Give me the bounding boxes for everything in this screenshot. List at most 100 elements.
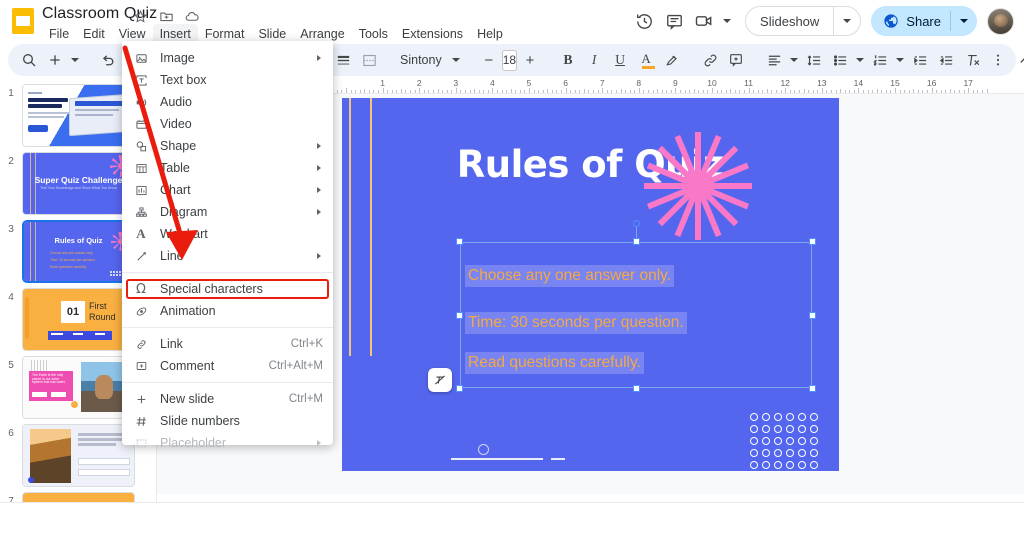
star-icon[interactable]: [132, 8, 148, 24]
slide-title[interactable]: Rules of Quiz: [342, 143, 839, 186]
highlight-color-button[interactable]: [659, 47, 685, 73]
menu-item-image[interactable]: Image: [122, 47, 333, 69]
slideshow-button[interactable]: Slideshow: [745, 6, 861, 36]
share-dropdown[interactable]: [951, 19, 977, 23]
resize-handle-s[interactable]: [633, 385, 640, 392]
cloud-saved-icon[interactable]: [184, 8, 200, 24]
slide-thumbnail[interactable]: The Earth is the only planet in our sola…: [22, 356, 135, 419]
font-family-value[interactable]: Sintony: [394, 53, 448, 67]
new-slide-dropdown[interactable]: [68, 47, 82, 73]
resize-handle-sw[interactable]: [456, 385, 463, 392]
underline-button[interactable]: U: [607, 47, 633, 73]
resize-handle-n[interactable]: [633, 238, 640, 245]
align-dropdown[interactable]: [787, 47, 801, 73]
slide-thumbnail-selected[interactable]: Rules of Quiz Choose any one answer only…: [22, 220, 135, 283]
body-line-3[interactable]: Read questions carefully.: [465, 352, 644, 374]
line-spacing-button[interactable]: [801, 47, 827, 73]
ruler-tick: [607, 90, 608, 93]
decrease-font-size-button[interactable]: −: [476, 47, 502, 73]
clear-formatting-button[interactable]: [959, 47, 985, 73]
menu-item-diagram[interactable]: Diagram: [122, 201, 333, 223]
undo-button[interactable]: [94, 47, 120, 73]
border-dash-button[interactable]: [356, 47, 382, 73]
plus-icon: [132, 393, 150, 406]
align-button[interactable]: [761, 47, 787, 73]
list-item[interactable]: 7: [0, 492, 157, 502]
menu-help[interactable]: Help: [470, 24, 510, 44]
ruler-tick: [561, 90, 562, 93]
numbered-list-button[interactable]: [867, 47, 893, 73]
menu-item-line[interactable]: Line: [122, 245, 333, 267]
selected-text-box[interactable]: Choose any one answer only. Time: 30 sec…: [460, 242, 812, 388]
current-slide[interactable]: Rules of Quiz: [342, 98, 839, 471]
menu-item-new-slide[interactable]: New slideCtrl+M: [122, 388, 333, 410]
rotate-handle[interactable]: [633, 220, 640, 227]
decrease-indent-button[interactable]: [907, 47, 933, 73]
share-button[interactable]: Share: [871, 6, 977, 36]
slide-thumbnail[interactable]: [22, 84, 135, 147]
italic-button[interactable]: I: [581, 47, 607, 73]
body-line-2[interactable]: Time: 30 seconds per question.: [465, 312, 687, 334]
text-color-button[interactable]: A: [633, 47, 659, 73]
slide-thumbnail[interactable]: [22, 492, 135, 502]
slide-thumbnail[interactable]: [22, 424, 135, 487]
menu-edit[interactable]: Edit: [76, 24, 112, 44]
resize-handle-se[interactable]: [809, 385, 816, 392]
resize-handle-nw[interactable]: [456, 238, 463, 245]
meet-dropdown-caret[interactable]: [719, 6, 735, 36]
ruler-tick: [744, 90, 745, 93]
meet-camera-icon[interactable]: [689, 6, 719, 36]
menu-item-audio[interactable]: Audio: [122, 91, 333, 113]
menu-item-comment[interactable]: CommentCtrl+Alt+M: [122, 355, 333, 377]
menu-extensions[interactable]: Extensions: [395, 24, 470, 44]
increase-font-size-button[interactable]: +: [517, 47, 543, 73]
bulleted-list-button[interactable]: [827, 47, 853, 73]
clear-formatting-icon[interactable]: [428, 368, 452, 392]
menu-item-text-box[interactable]: Text box: [122, 69, 333, 91]
increase-indent-button[interactable]: [933, 47, 959, 73]
slide-number: 1: [0, 84, 22, 151]
menu-item-special-characters[interactable]: ΩSpecial characters: [122, 278, 333, 300]
font-size-input[interactable]: 18: [502, 50, 517, 71]
menu-item-animation[interactable]: Animation: [122, 300, 333, 322]
insert-link-button[interactable]: [697, 47, 723, 73]
avatar[interactable]: [987, 8, 1014, 35]
starburst-decoration[interactable]: [642, 130, 754, 242]
menu-item-label: Diagram: [160, 205, 207, 219]
resize-handle-e[interactable]: [809, 312, 816, 319]
move-to-folder-icon[interactable]: [158, 8, 174, 24]
insert-comment-button[interactable]: [723, 47, 749, 73]
menu-file[interactable]: File: [42, 24, 76, 44]
bulleted-list-dropdown[interactable]: [853, 47, 867, 73]
search-icon[interactable]: [16, 47, 42, 73]
ruler-tick: [556, 90, 557, 93]
menu-tools[interactable]: Tools: [352, 24, 395, 44]
menu-item-video[interactable]: Video: [122, 113, 333, 135]
menu-item-slide-numbers[interactable]: Slide numbers: [122, 410, 333, 432]
border-weight-button[interactable]: [330, 47, 356, 73]
comment-icon[interactable]: [659, 6, 689, 36]
resize-handle-ne[interactable]: [809, 238, 816, 245]
slide-thumbnail[interactable]: Super Quiz Challenge Test Your Knowledge…: [22, 152, 135, 215]
menu-item-table[interactable]: Table: [122, 157, 333, 179]
bold-button[interactable]: B: [555, 47, 581, 73]
collapse-toolbar-button[interactable]: [1011, 47, 1024, 73]
more-options-button[interactable]: [985, 47, 1011, 73]
body-line-1[interactable]: Choose any one answer only.: [465, 265, 674, 287]
numbered-list-dropdown[interactable]: [893, 47, 907, 73]
new-slide-button[interactable]: [42, 47, 68, 73]
slide-thumbnail[interactable]: 01 First Round: [22, 288, 135, 351]
menu-item-link[interactable]: LinkCtrl+K: [122, 333, 333, 355]
version-history-icon[interactable]: [629, 6, 659, 36]
menu-item-shape[interactable]: Shape: [122, 135, 333, 157]
ruler-tick: [977, 90, 978, 93]
ruler-tick: [639, 88, 640, 93]
insert-menu-popup[interactable]: ImageText boxAudioVideoShapeTableChart Di…: [122, 41, 333, 445]
menu-item-word-art[interactable]: AWord art: [122, 223, 333, 245]
menu-item-chart[interactable]: Chart: [122, 179, 333, 201]
resize-handle-w[interactable]: [456, 312, 463, 319]
chevron-right-icon: [317, 440, 321, 446]
ruler-tick: [584, 89, 585, 93]
slideshow-dropdown[interactable]: [834, 19, 860, 23]
font-family-dropdown[interactable]: [448, 47, 464, 73]
